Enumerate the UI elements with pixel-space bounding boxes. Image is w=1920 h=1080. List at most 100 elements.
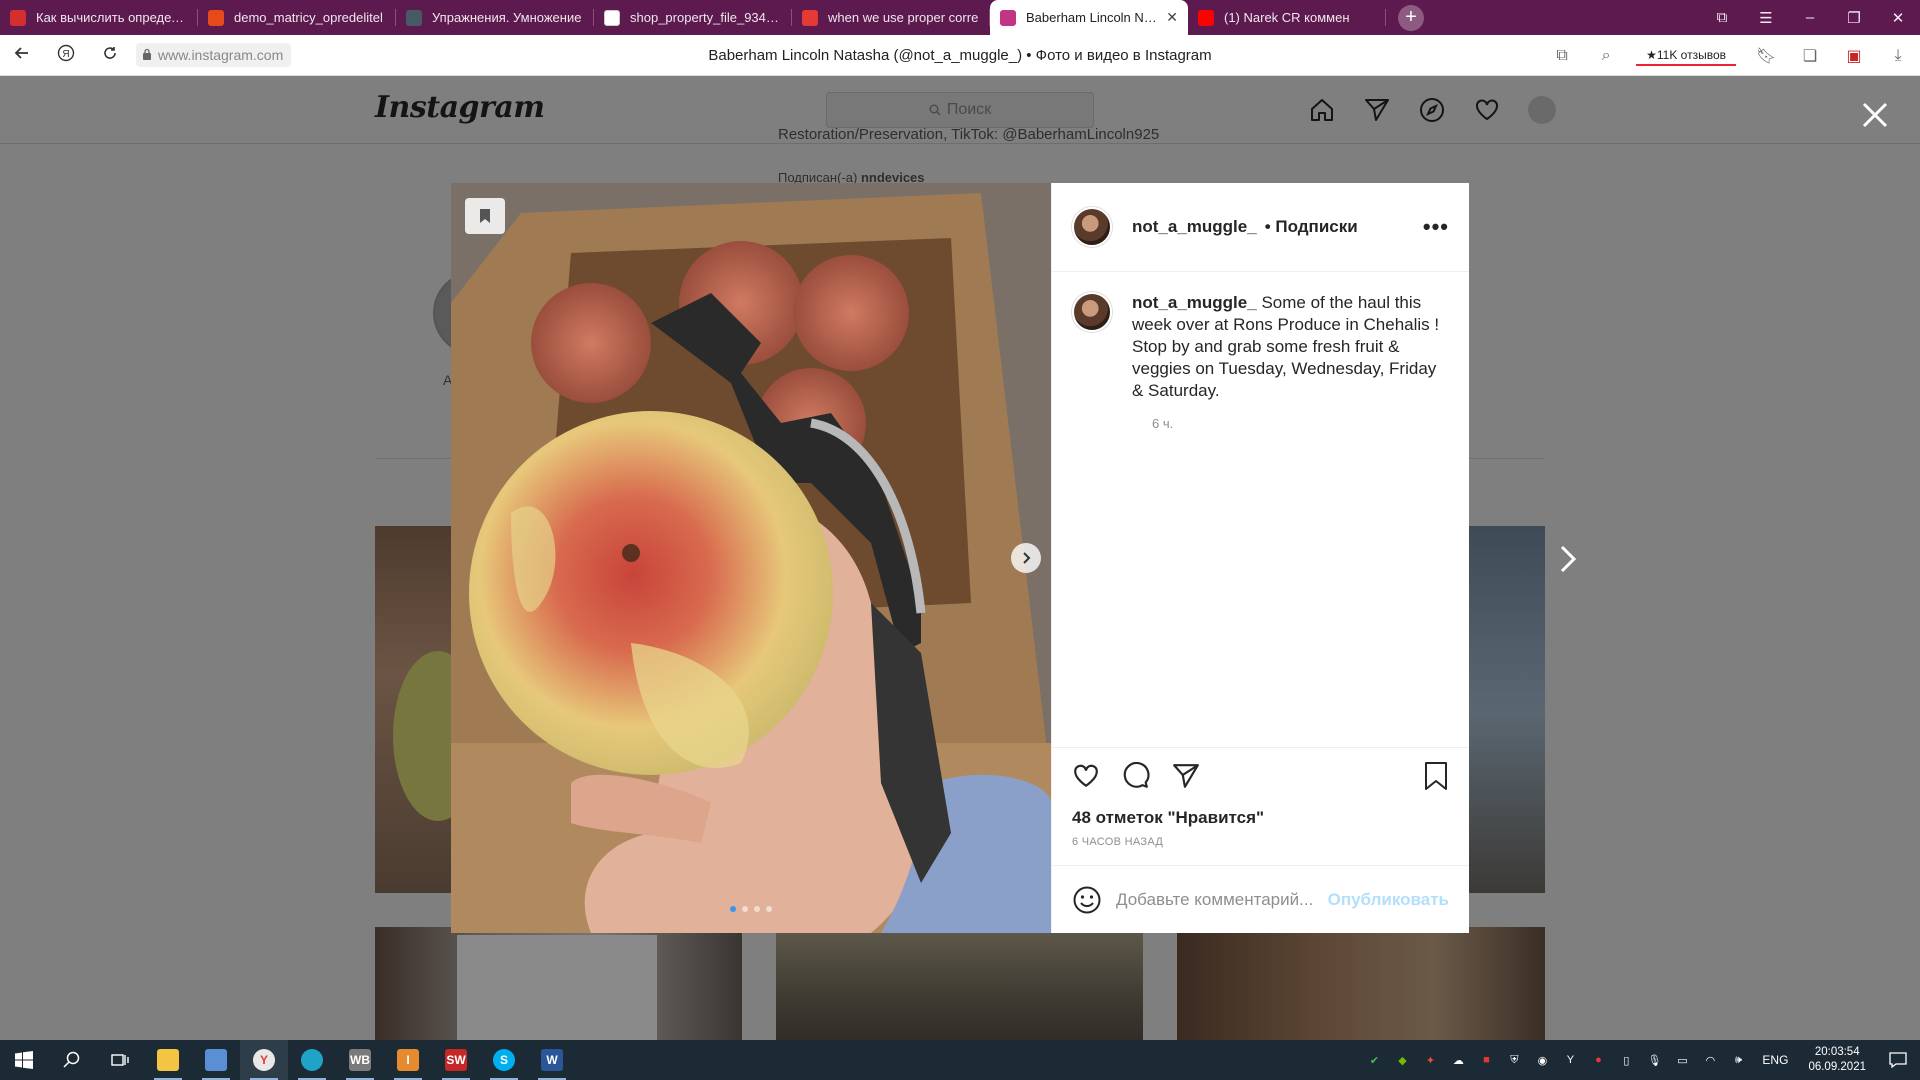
comment-button[interactable]	[1122, 761, 1172, 795]
reload-button[interactable]	[88, 45, 132, 66]
likes-count[interactable]: 48 отметок "Нравится"	[1072, 808, 1449, 828]
downloads-icon[interactable]: ⤓	[1876, 47, 1920, 65]
grid-post[interactable]	[1469, 526, 1545, 893]
task-view-button[interactable]	[96, 1040, 144, 1080]
close-tab-icon[interactable]: ✕	[1166, 9, 1178, 26]
browser-tab[interactable]: Как вычислить определит	[0, 0, 198, 35]
microphone-icon[interactable]: 🎙︎	[1643, 1052, 1665, 1068]
direct-icon[interactable]	[1349, 95, 1404, 125]
post-caption: not_a_muggle_ Some of the haul this week…	[1072, 292, 1449, 402]
browser-tab[interactable]: when we use proper corre	[792, 0, 990, 35]
zoom-icon[interactable]: ⌕	[1584, 47, 1628, 65]
minimize-button[interactable]: –	[1788, 9, 1832, 26]
back-button[interactable]	[0, 45, 44, 66]
save-photo-button[interactable]	[465, 198, 505, 234]
volume-icon[interactable]: 🕪︎	[1727, 1052, 1749, 1068]
share-button[interactable]	[1172, 762, 1222, 795]
url-field[interactable]: www.instagram.com	[136, 43, 292, 67]
emoji-icon[interactable]	[1072, 885, 1102, 915]
restore-button[interactable]: ❐	[1832, 9, 1876, 27]
profile-avatar[interactable]	[1514, 95, 1569, 125]
avatar[interactable]	[1072, 207, 1112, 247]
home-icon[interactable]	[1294, 95, 1349, 125]
notifications-button[interactable]	[1876, 1052, 1920, 1068]
browser-tab[interactable]: Упражнения. Умножение	[396, 0, 594, 35]
yandex-home-button[interactable]: Я	[44, 44, 88, 67]
grid-post[interactable]	[776, 927, 1143, 1040]
taskbar-app-word[interactable]: W	[528, 1040, 576, 1080]
tab-title: (1) Narek CR коммен	[1224, 10, 1350, 25]
svg-text:Я: Я	[62, 49, 69, 60]
direct-icon	[1173, 763, 1199, 788]
taskbar-app-wb-app[interactable]: WB	[336, 1040, 384, 1080]
avatar[interactable]	[1072, 292, 1112, 332]
close-modal-icon[interactable]	[1860, 100, 1890, 130]
usb-icon[interactable]: ▯	[1615, 1052, 1637, 1068]
antivirus-icon[interactable]: ■	[1475, 1052, 1497, 1068]
browser-tab[interactable]: shop_property_file_934_85	[594, 0, 792, 35]
follow-status[interactable]: • Подписки	[1265, 217, 1358, 237]
windows-taskbar: Y WB I SW S W ✔ ◆ ✦ ☁ ■ ⛨ ◉ Y ● ▯ 🎙︎ ▭ ◠ 🕪︎ E…	[0, 1040, 1920, 1080]
comment-input[interactable]: Добавьте комментарий...	[1116, 890, 1328, 910]
search-button[interactable]	[48, 1040, 96, 1080]
carousel-dot	[742, 906, 748, 912]
post-username[interactable]: not_a_muggle_	[1132, 217, 1257, 237]
taskbar-app-solidworks[interactable]: SW	[432, 1040, 480, 1080]
tabs-panel-icon[interactable]: ⧉	[1700, 9, 1744, 26]
post-time[interactable]: 6 ЧАСОВ НАЗАД	[1072, 836, 1449, 848]
search-input[interactable]: Поиск	[826, 92, 1094, 128]
extension-icon[interactable]: ▣	[1832, 46, 1876, 66]
yandex-tray-icon[interactable]: Y	[1559, 1052, 1581, 1068]
battery-icon[interactable]: ▭	[1671, 1052, 1693, 1068]
new-tab-button[interactable]: +	[1398, 4, 1424, 31]
carousel-next-button[interactable]	[1011, 543, 1041, 573]
browser-tab[interactable]: demo_matricy_opredelitel	[198, 0, 396, 35]
steam-icon[interactable]: ◉	[1531, 1052, 1553, 1068]
shield-check-icon[interactable]: ✔	[1363, 1052, 1385, 1068]
taskbar-app-skype[interactable]: S	[480, 1040, 528, 1080]
cloud-icon[interactable]: ☁	[1447, 1052, 1469, 1068]
close-window-button[interactable]: ✕	[1876, 9, 1920, 27]
start-button[interactable]	[0, 1040, 48, 1080]
bookmark-icon[interactable]: 🔖︎	[1744, 46, 1788, 66]
search-icon	[63, 1051, 80, 1068]
tab-title: when we use proper corre	[828, 10, 979, 25]
instagram-nav	[1294, 95, 1569, 125]
heart-icon[interactable]	[1459, 95, 1514, 125]
publish-button[interactable]: Опубликовать	[1328, 890, 1449, 910]
post-comments-area: not_a_muggle_ Some of the haul this week…	[1052, 272, 1469, 747]
next-post-icon[interactable]	[1558, 544, 1578, 574]
more-options-icon[interactable]: •••	[1423, 214, 1449, 240]
wifi-icon[interactable]: ◠	[1699, 1052, 1721, 1068]
edge-icon	[301, 1049, 323, 1071]
collections-icon[interactable]: ❏	[1788, 46, 1832, 66]
taskbar-app-file-explorer[interactable]	[144, 1040, 192, 1080]
browser-tab[interactable]: (1) Narek CR коммен	[1188, 0, 1386, 35]
taskbar-app-edge[interactable]	[288, 1040, 336, 1080]
browser-tab[interactable]: Baberham Lincoln Natas ✕	[990, 0, 1188, 35]
grid-post[interactable]	[375, 927, 742, 1040]
instagram-logo[interactable]: Instagram	[375, 90, 545, 125]
like-button[interactable]	[1072, 762, 1122, 795]
shield-icon[interactable]: ⛨	[1503, 1052, 1525, 1068]
reviews-badge[interactable]: ★11K отзывов	[1636, 46, 1736, 66]
caption-username[interactable]: not_a_muggle_	[1132, 293, 1257, 312]
post-photo[interactable]	[451, 183, 1051, 933]
language-indicator[interactable]: ENG	[1762, 1053, 1788, 1067]
app-tray-icon[interactable]: ✦	[1419, 1052, 1441, 1068]
mic-off-icon[interactable]: ●	[1587, 1052, 1609, 1068]
taskbar-app-yandex-browser[interactable]: Y	[240, 1040, 288, 1080]
grid-post[interactable]	[1177, 927, 1545, 1040]
taskbar-app-presentation-app[interactable]: I	[384, 1040, 432, 1080]
windows-logo-icon	[15, 1051, 33, 1069]
reader-mode-icon[interactable]: ⧉	[1540, 47, 1584, 65]
save-button[interactable]	[1423, 761, 1449, 796]
clock[interactable]: 20:03:54 06.09.2021	[1808, 1045, 1866, 1075]
menu-icon[interactable]: ☰	[1744, 9, 1788, 27]
nvidia-icon[interactable]: ◆	[1391, 1052, 1413, 1068]
favicon-icon	[1000, 9, 1016, 26]
taskbar-app-store[interactable]	[192, 1040, 240, 1080]
caption-timestamp[interactable]: 6 ч.	[1152, 416, 1449, 431]
system-tray: ✔ ◆ ✦ ☁ ■ ⛨ ◉ Y ● ▯ 🎙︎ ▭ ◠ 🕪︎ ENG 20:03:…	[1360, 1040, 1920, 1080]
explore-icon[interactable]	[1404, 95, 1459, 125]
